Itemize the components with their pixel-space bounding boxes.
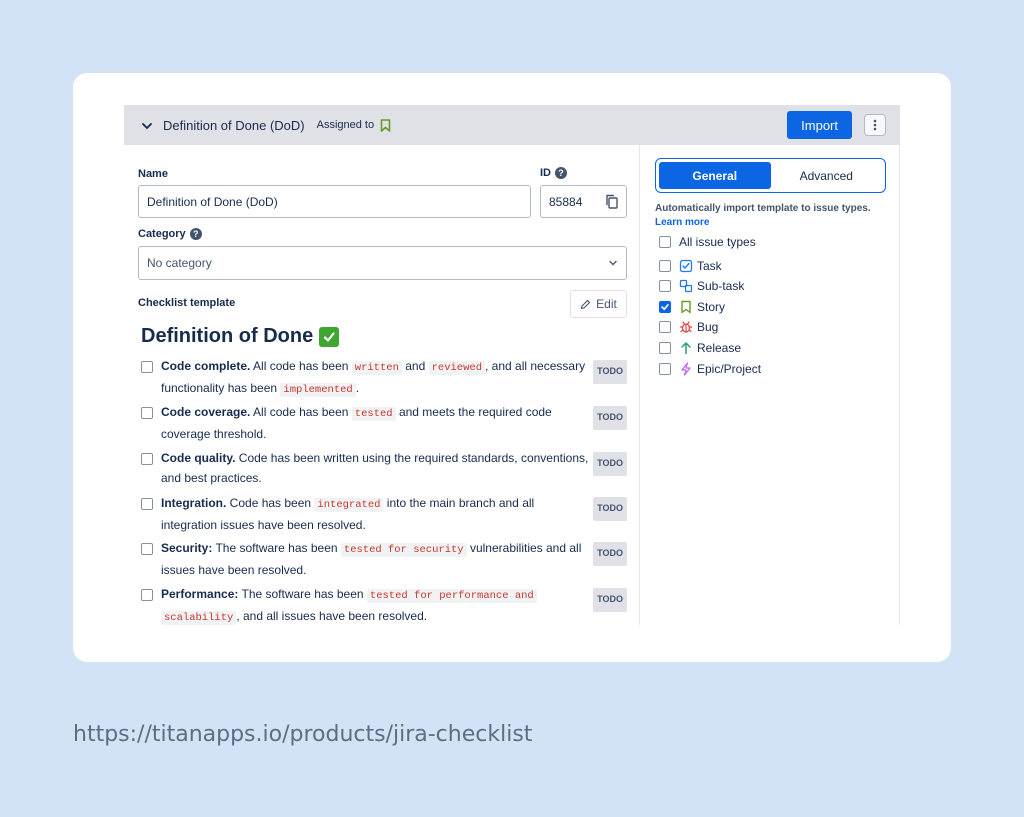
name-input[interactable]: Definition of Done (DoD) <box>138 185 531 218</box>
id-field: 85884 <box>540 185 627 218</box>
item-checkbox[interactable] <box>141 543 153 555</box>
issue-type-story[interactable]: Story <box>659 300 725 314</box>
checklist-item: Code quality. Code has been written usin… <box>141 449 627 489</box>
category-label: Category ? <box>138 228 202 240</box>
item-checkbox[interactable] <box>141 589 153 601</box>
item-checkbox[interactable] <box>141 453 153 465</box>
status-badge[interactable]: TODO <box>593 360 627 384</box>
issue-type-bug[interactable]: Bug <box>659 320 718 334</box>
template-panel: Definition of Done (DoD) Assigned to Imp… <box>124 105 900 625</box>
issue-type-checkbox[interactable] <box>659 301 671 313</box>
issue-type-epic[interactable]: Epic/Project <box>659 362 761 376</box>
issue-type-release[interactable]: Release <box>659 341 741 355</box>
tab-general[interactable]: General <box>659 162 771 189</box>
template-card: Definition of Done (DoD) Assigned to Imp… <box>73 73 951 662</box>
checklist-item: Integration. Code has been integrated in… <box>141 494 627 534</box>
auto-import-description: Automatically import template to issue t… <box>655 203 871 228</box>
import-button[interactable]: Import <box>787 111 852 139</box>
edit-button[interactable]: Edit <box>570 290 627 318</box>
settings-tabs: General Advanced <box>655 158 886 193</box>
id-label: ID ? <box>540 167 567 179</box>
category-select[interactable]: No category <box>138 246 627 280</box>
template-header: Definition of Done (DoD) Assigned to Imp… <box>124 105 900 145</box>
pencil-icon <box>580 299 591 310</box>
story-bookmark-icon <box>380 118 391 132</box>
name-label: Name <box>138 168 168 180</box>
checklist-item: Code complete. All code has been written… <box>141 357 627 397</box>
issue-type-task[interactable]: Task <box>659 259 722 273</box>
item-checkbox[interactable] <box>141 361 153 373</box>
lightning-icon <box>679 362 693 376</box>
settings-panel: General Advanced Automatically import te… <box>641 145 900 625</box>
template-form: Name Definition of Done (DoD) ID ? 85884… <box>124 145 640 625</box>
source-url: https://titanapps.io/products/jira-check… <box>73 722 533 747</box>
more-options-icon[interactable] <box>864 114 886 136</box>
status-badge[interactable]: TODO <box>593 588 627 612</box>
assigned-to-label: Assigned to <box>316 119 375 131</box>
copy-icon[interactable] <box>605 194 618 209</box>
status-badge[interactable]: TODO <box>593 452 627 476</box>
checklist-item: Security: The software has been tested f… <box>141 539 627 579</box>
status-badge[interactable]: TODO <box>593 406 627 430</box>
template-title: Definition of Done (DoD) <box>163 117 305 133</box>
issue-type-checkbox[interactable] <box>659 236 671 248</box>
check-mark-emoji-icon <box>319 326 340 347</box>
status-badge[interactable]: TODO <box>593 542 627 566</box>
learn-more-link[interactable]: Learn more <box>655 217 709 228</box>
item-checkbox[interactable] <box>141 498 153 510</box>
tab-advanced[interactable]: Advanced <box>771 162 883 189</box>
chevron-down-icon[interactable] <box>141 119 153 131</box>
issue-type-subtask[interactable]: Sub-task <box>659 279 744 293</box>
checklist-title: Definition of Done <box>141 325 340 348</box>
help-icon[interactable]: ? <box>555 167 567 179</box>
issue-type-checkbox[interactable] <box>659 260 671 272</box>
bug-icon <box>679 320 693 334</box>
arrow-up-icon <box>679 341 693 355</box>
item-checkbox[interactable] <box>141 407 153 419</box>
task-icon <box>679 259 693 273</box>
help-icon[interactable]: ? <box>189 228 202 240</box>
issue-type-checkbox[interactable] <box>659 342 671 354</box>
checklist-item: Performance: The software has been teste… <box>141 585 627 625</box>
chevron-down-icon <box>608 258 618 268</box>
checklist-template-label: Checklist template <box>138 297 236 309</box>
subtask-icon <box>679 279 693 293</box>
issue-type-checkbox[interactable] <box>659 363 671 375</box>
issue-type-checkbox[interactable] <box>659 321 671 333</box>
story-bookmark-icon <box>679 300 693 314</box>
issue-type-checkbox[interactable] <box>659 280 671 292</box>
checklist-item: Code coverage. All code has been tested … <box>141 403 627 443</box>
status-badge[interactable]: TODO <box>593 497 627 521</box>
issue-type-all[interactable]: All issue types <box>659 235 756 249</box>
